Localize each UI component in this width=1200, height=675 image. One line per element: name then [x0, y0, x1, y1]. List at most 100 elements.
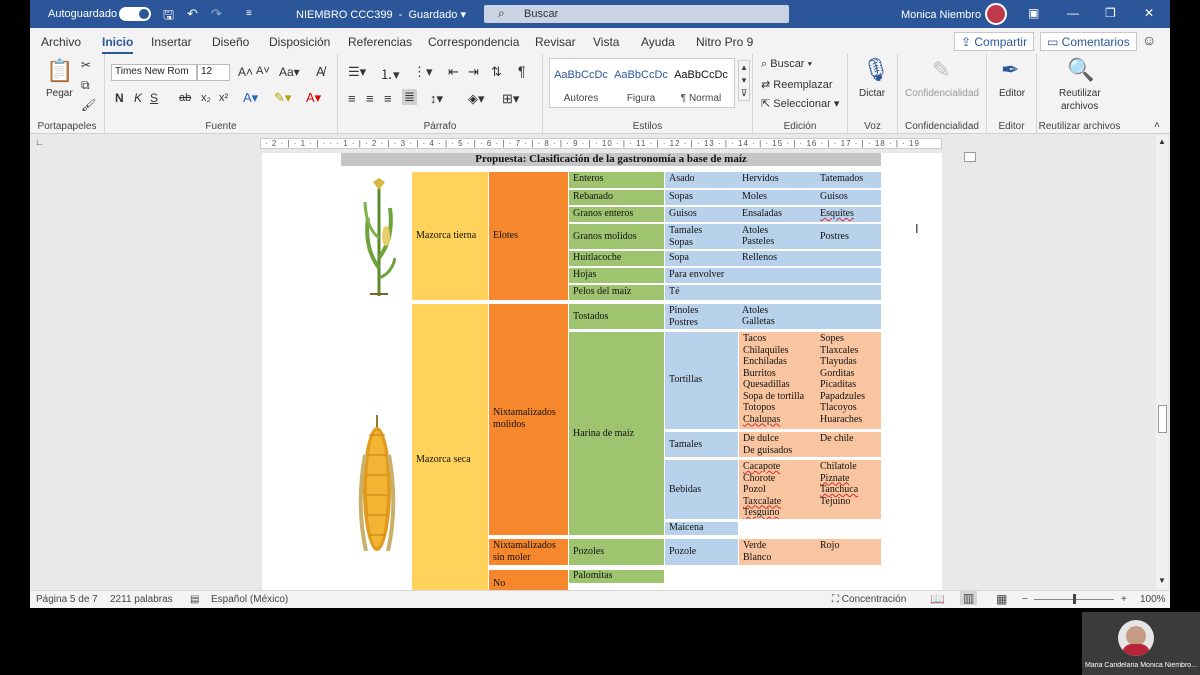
format-painter-icon[interactable]: 🖌 — [81, 98, 96, 112]
focus-button[interactable]: ⛶ Concentración — [832, 594, 906, 605]
underline-icon[interactable]: S — [150, 91, 158, 105]
tab-diseno[interactable]: Diseño — [212, 35, 249, 49]
cut-icon[interactable]: ✂ — [81, 58, 91, 72]
reuse-button-line1[interactable]: Reutilizar — [1059, 88, 1101, 99]
numbering-icon[interactable]: ⒈▾ — [380, 64, 400, 83]
ribbon-display-icon[interactable]: ▣ — [1028, 6, 1039, 20]
editor-button[interactable]: Editor — [999, 88, 1025, 99]
microphone-icon[interactable]: 🎙 — [862, 57, 890, 83]
redo-icon[interactable]: ↷ — [211, 6, 222, 22]
smiley-icon[interactable]: ☺ — [1142, 32, 1156, 48]
zoom-out-icon[interactable]: − — [1022, 594, 1028, 605]
find-button[interactable]: ⌕ Buscar ▾ — [761, 58, 812, 71]
reuse-files-icon[interactable]: 🔍 — [1067, 57, 1094, 83]
paste-label[interactable]: Pegar — [46, 88, 73, 99]
proofing-icon[interactable]: ▤ — [190, 594, 199, 605]
print-layout-icon[interactable]: ▥ — [960, 591, 978, 605]
shading-icon[interactable]: ◈▾ — [468, 91, 485, 107]
replace-button[interactable]: ⇄ Reemplazar — [761, 78, 833, 91]
reuse-button-line2[interactable]: archivos — [1061, 101, 1098, 112]
tab-insertar[interactable]: Insertar — [151, 35, 192, 49]
undo-icon[interactable]: ↶ — [187, 6, 198, 22]
superscript-icon[interactable]: x² — [219, 92, 228, 104]
tab-inicio[interactable]: Inicio — [102, 35, 134, 54]
restore-icon[interactable]: ❐ — [1105, 6, 1116, 20]
style-normal[interactable]: AaBbCcDc ¶ Normal — [671, 58, 731, 108]
shrink-font-icon[interactable]: A˅ — [256, 65, 270, 77]
document-page[interactable]: Propuesta: Clasificación de la gastronom… — [262, 153, 942, 590]
comment-marker-icon[interactable] — [964, 152, 976, 162]
zoom-slider-thumb[interactable] — [1073, 594, 1076, 604]
show-marks-icon[interactable]: ¶ — [518, 63, 526, 79]
user-avatar[interactable] — [985, 3, 1007, 25]
tab-ayuda[interactable]: Ayuda — [641, 35, 675, 49]
decrease-indent-icon[interactable]: ⇤ — [448, 64, 459, 80]
word-count[interactable]: 2211 palabras — [110, 594, 173, 605]
align-right-icon[interactable]: ≡ — [384, 91, 392, 106]
font-color-icon[interactable]: A▾ — [306, 90, 321, 106]
highlight-icon[interactable]: ✎▾ — [274, 90, 291, 106]
font-size-box[interactable]: 12 — [197, 64, 230, 81]
confidential-icon[interactable]: ✎ — [932, 57, 950, 83]
vertical-scrollbar[interactable]: ▲ ▼ — [1156, 135, 1168, 590]
style-autores[interactable]: AaBbCcDc Autores — [551, 58, 611, 108]
subscript-icon[interactable]: x₂ — [201, 92, 211, 104]
search-box[interactable]: ⌕ Buscar — [484, 5, 789, 23]
multilevel-list-icon[interactable]: ⋮▾ — [413, 64, 433, 80]
share-button[interactable]: ⇪ Compartir — [954, 32, 1035, 51]
bold-icon[interactable]: N — [115, 91, 124, 105]
tab-vista[interactable]: Vista — [593, 35, 619, 49]
zoom-level[interactable]: 100% — [1140, 594, 1166, 605]
group-styles: AaBbCcDc Autores AaBbCcDc Figura AaBbCcDc ¶… — [543, 54, 753, 134]
paste-icon[interactable]: 📋 — [46, 58, 73, 84]
strikethrough-icon[interactable]: ab — [179, 92, 191, 104]
cell-granos-enteros: Granos enteros — [569, 207, 664, 222]
tab-correspondencia[interactable]: Correspondencia — [428, 35, 519, 49]
tab-nitro[interactable]: Nitro Pro 9 — [696, 35, 753, 49]
minimize-icon[interactable]: — — [1067, 6, 1079, 20]
tab-stop-icon[interactable]: ∟ — [35, 137, 44, 147]
justify-icon[interactable]: ≣ — [402, 89, 417, 105]
text-effects-icon[interactable]: A▾ — [243, 90, 258, 106]
italic-icon[interactable]: K — [134, 91, 142, 105]
styles-more-icon[interactable]: ▴ ▾ ⊽ — [738, 60, 750, 101]
zoom-in-icon[interactable]: + — [1121, 594, 1127, 605]
bullets-icon[interactable]: ☰▾ — [348, 64, 366, 80]
tab-referencias[interactable]: Referencias — [348, 35, 412, 49]
editor-icon[interactable]: ✒ — [1001, 57, 1019, 83]
line-spacing-icon[interactable]: ↕▾ — [430, 91, 443, 107]
language[interactable]: Español (México) — [211, 594, 288, 605]
borders-icon[interactable]: ⊞▾ — [502, 91, 519, 107]
scroll-thumb[interactable] — [1158, 405, 1167, 433]
increase-indent-icon[interactable]: ⇥ — [468, 64, 479, 80]
scroll-down-icon[interactable]: ▼ — [1158, 576, 1166, 585]
page-count[interactable]: Página 5 de 7 — [36, 594, 98, 605]
copy-icon[interactable]: ⧉ — [81, 78, 90, 93]
web-layout-icon[interactable]: ▦ — [996, 592, 1007, 606]
read-mode-icon[interactable]: 📖 — [930, 592, 945, 606]
scroll-up-icon[interactable]: ▲ — [1158, 137, 1166, 146]
font-name-box[interactable]: Times New Rom — [111, 64, 197, 81]
dictate-button[interactable]: Dictar — [859, 88, 885, 99]
document-name[interactable]: NIEMBRO CCC399 - Guardado ▾ — [296, 8, 466, 21]
style-figura[interactable]: AaBbCcDc Figura — [611, 58, 671, 108]
horizontal-ruler[interactable]: · 2 · | · 1 · | · · · 1 · | · 2 · | · 3 … — [260, 138, 942, 149]
confidential-button[interactable]: Confidencialidad — [905, 88, 979, 99]
tab-archivo[interactable]: Archivo — [41, 35, 81, 49]
tab-disposicion[interactable]: Disposición — [269, 35, 330, 49]
grow-font-icon[interactable]: A˄ — [238, 65, 253, 79]
align-left-icon[interactable]: ≡ — [348, 91, 356, 106]
user-name[interactable]: Monica Niembro — [901, 9, 981, 21]
tab-revisar[interactable]: Revisar — [535, 35, 576, 49]
collapse-ribbon-icon[interactable]: ˄ — [1154, 120, 1160, 131]
align-center-icon[interactable]: ≡ — [366, 91, 374, 106]
close-icon[interactable]: ✕ — [1144, 6, 1154, 20]
sort-icon[interactable]: ⇅ — [491, 64, 502, 80]
select-button[interactable]: ⇱ Seleccionar ▾ — [761, 97, 839, 110]
autosave-toggle[interactable] — [119, 7, 151, 21]
save-icon[interactable]: 🖫 — [163, 6, 174, 28]
customize-icon[interactable]: ≡ — [246, 8, 252, 19]
change-case-icon[interactable]: Aa▾ — [279, 65, 300, 79]
clear-format-icon[interactable]: A̸ — [316, 64, 325, 79]
comments-button[interactable]: ▭ Comentarios — [1040, 32, 1137, 51]
